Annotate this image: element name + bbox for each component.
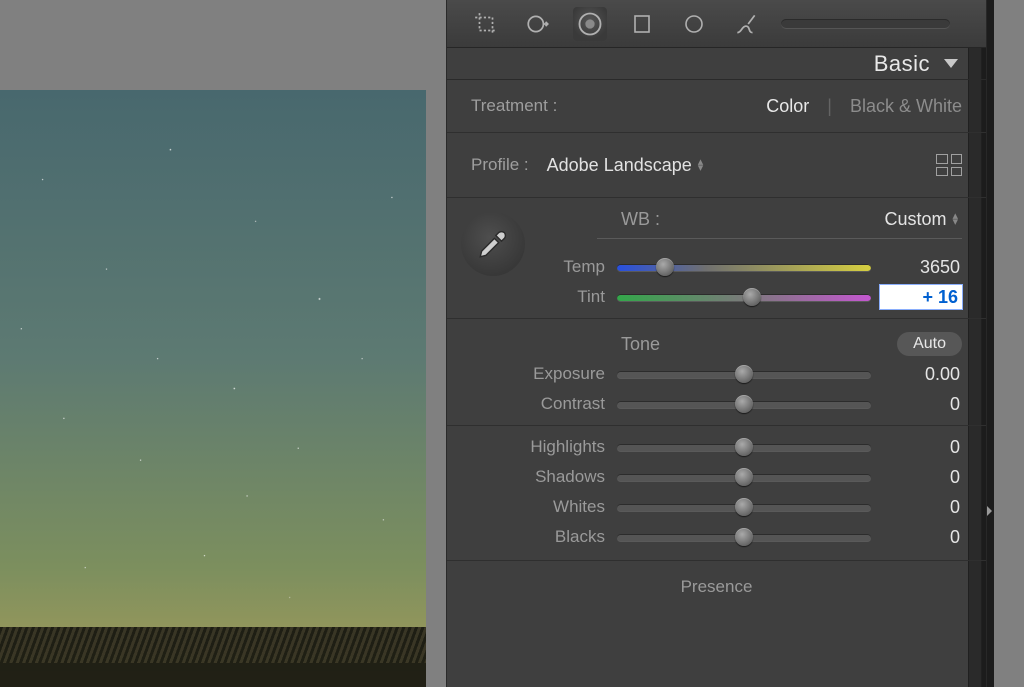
brush-size-slider[interactable] (781, 19, 950, 29)
exposure-slider-row: Exposure 0.00 (471, 359, 962, 389)
temp-value[interactable]: 3650 (871, 257, 962, 278)
temp-slider-row: Temp 3650 (471, 252, 962, 282)
wb-preset-picker[interactable]: Custom ▴▾ (884, 209, 958, 230)
exposure-slider[interactable] (617, 366, 871, 382)
wb-preset-value: Custom (884, 209, 946, 230)
whites-slider-thumb[interactable] (735, 498, 753, 516)
profile-section: Profile : Adobe Landscape ▴▾ (447, 133, 986, 198)
tint-label: Tint (471, 287, 617, 307)
treatment-color[interactable]: Color (766, 96, 809, 117)
tint-value-input[interactable] (880, 285, 962, 309)
blacks-label: Blacks (471, 527, 617, 547)
whites-value[interactable]: 0 (871, 497, 962, 518)
tone-section: Tone Auto Exposure 0.00 Contrast 0 (447, 319, 986, 426)
graduated-filter-tool[interactable] (625, 7, 659, 41)
treatment-section: Treatment : Color | Black & White (447, 80, 986, 133)
shadows-slider-row: Shadows 0 (471, 462, 962, 492)
highlights-value[interactable]: 0 (871, 437, 962, 458)
wb-eyedropper-tool[interactable] (461, 212, 525, 276)
whites-slider-row: Whites 0 (471, 492, 962, 522)
updown-icon: ▴▾ (952, 213, 958, 225)
whites-label: Whites (471, 497, 617, 517)
blacks-value[interactable]: 0 (871, 527, 962, 548)
highlights-slider-row: Highlights 0 (471, 432, 962, 462)
exposure-slider-thumb[interactable] (735, 365, 753, 383)
tint-slider-row: Tint (471, 282, 962, 312)
temp-slider[interactable] (617, 259, 871, 275)
highlights-slider-thumb[interactable] (735, 438, 753, 456)
presence-section: Presence (447, 561, 986, 607)
tone-section-2: Highlights 0 Shadows 0 Whites 0 Blacks 0 (447, 426, 986, 561)
tone-auto-button[interactable]: Auto (897, 332, 962, 356)
highlights-slider[interactable] (617, 439, 871, 455)
white-balance-section: WB : Custom ▴▾ Temp 3650 Tint (447, 198, 986, 319)
panel-title: Basic (874, 51, 930, 77)
wb-label: WB : (621, 209, 660, 230)
wb-divider (597, 238, 962, 239)
blacks-slider-row: Blacks 0 (471, 522, 962, 552)
tint-slider[interactable] (617, 289, 871, 305)
shadows-slider-thumb[interactable] (735, 468, 753, 486)
tint-slider-thumb[interactable] (743, 288, 761, 306)
presence-title: Presence (471, 571, 962, 597)
contrast-slider-row: Contrast 0 (471, 389, 962, 419)
profile-value: Adobe Landscape (547, 155, 692, 176)
contrast-value[interactable]: 0 (871, 394, 962, 415)
updown-icon: ▴▾ (698, 159, 704, 171)
treatment-label: Treatment : (471, 96, 557, 116)
highlights-label: Highlights (471, 437, 617, 457)
blacks-slider-thumb[interactable] (735, 528, 753, 546)
blacks-slider[interactable] (617, 529, 871, 545)
redeye-tool[interactable] (573, 7, 607, 41)
shadows-label: Shadows (471, 467, 617, 487)
shadows-value[interactable]: 0 (871, 467, 962, 488)
profile-label: Profile : (471, 155, 529, 175)
brush-tool[interactable] (729, 7, 763, 41)
contrast-slider-thumb[interactable] (735, 395, 753, 413)
treatment-divider: | (827, 96, 832, 117)
spot-removal-tool[interactable] (521, 7, 555, 41)
temp-slider-thumb[interactable] (656, 258, 674, 276)
basic-panel-header[interactable]: Basic (447, 48, 986, 80)
tone-title: Tone (621, 334, 660, 355)
shadows-slider[interactable] (617, 469, 871, 485)
contrast-label: Contrast (471, 394, 617, 414)
profile-picker[interactable]: Adobe Landscape ▴▾ (547, 155, 704, 176)
develop-panel: Basic Treatment : Color | Black & White … (446, 0, 994, 687)
local-adjust-toolstrip (447, 0, 986, 48)
crop-tool[interactable] (469, 7, 503, 41)
exposure-value[interactable]: 0.00 (871, 364, 962, 385)
disclosure-triangle-icon[interactable] (944, 59, 958, 68)
contrast-slider[interactable] (617, 396, 871, 412)
whites-slider[interactable] (617, 499, 871, 515)
profile-browser-button[interactable] (936, 154, 962, 176)
radial-filter-tool[interactable] (677, 7, 711, 41)
exposure-label: Exposure (471, 364, 617, 384)
treatment-bw[interactable]: Black & White (850, 96, 962, 117)
eyedropper-icon (476, 227, 510, 261)
image-preview (0, 90, 426, 687)
